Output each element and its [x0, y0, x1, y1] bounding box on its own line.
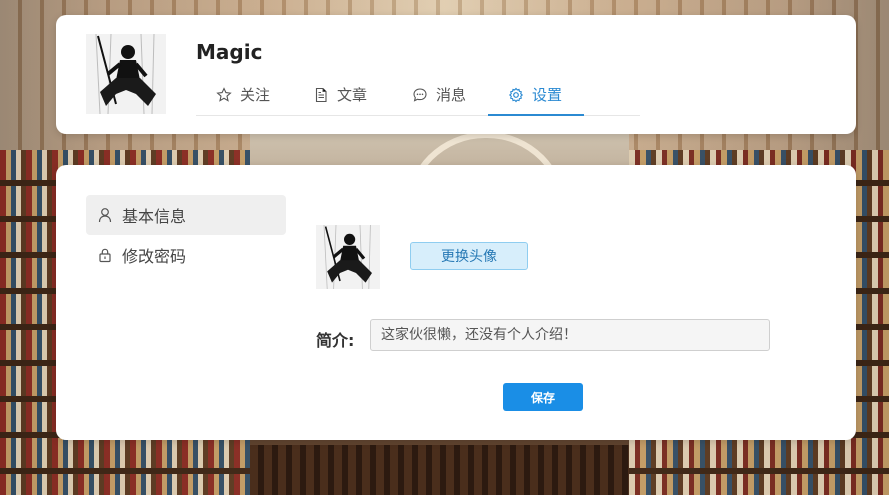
profile-header-card: Magic 关注 文章 消息 设置 [56, 15, 856, 134]
tab-follow[interactable]: 关注 [216, 75, 270, 114]
user-icon [98, 208, 112, 223]
tab-settings[interactable]: 设置 [508, 75, 562, 114]
background-railing [250, 445, 629, 495]
tab-messages[interactable]: 消息 [412, 75, 466, 114]
sidebar-item-label: 基本信息 [122, 207, 187, 226]
star-icon [216, 86, 232, 102]
sidebar-item-change-password[interactable]: 修改密码 [86, 235, 286, 275]
sidebar-item-label: 修改密码 [122, 247, 187, 266]
bio-label: 简介: [316, 331, 355, 350]
profile-avatar[interactable] [86, 34, 166, 114]
lock-icon [99, 248, 111, 263]
change-avatar-button[interactable]: 更换头像 [410, 242, 528, 270]
current-avatar [316, 225, 380, 289]
tab-messages-label: 消息 [436, 86, 467, 104]
active-tab-indicator [488, 114, 584, 116]
tab-follow-label: 关注 [240, 86, 271, 104]
settings-sidebar: 基本信息 修改密码 [86, 195, 286, 275]
settings-card: 基本信息 修改密码 更换头像 简介: 保存 [56, 165, 856, 440]
gear-icon [508, 87, 524, 102]
bio-input[interactable] [370, 319, 770, 351]
document-icon [315, 87, 327, 102]
tab-articles-label: 文章 [337, 86, 368, 104]
tab-settings-label: 设置 [532, 86, 563, 104]
save-button[interactable]: 保存 [503, 383, 583, 411]
profile-tabs: 关注 文章 消息 设置 [196, 75, 640, 116]
chat-icon [413, 87, 427, 102]
tab-articles[interactable]: 文章 [313, 75, 367, 114]
sidebar-item-basic-info[interactable]: 基本信息 [86, 195, 286, 235]
profile-username: Magic [196, 40, 263, 64]
